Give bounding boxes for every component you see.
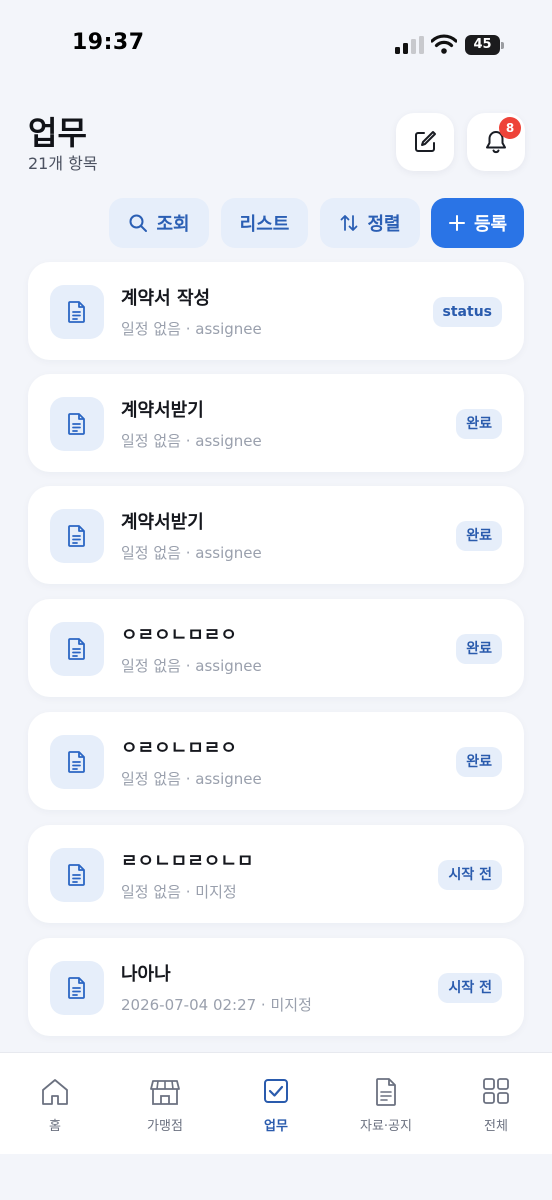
nav-documents-label: 자료·공지 — [360, 1119, 412, 1134]
task-title: 계약서받기 — [121, 512, 204, 533]
status-badge: status — [432, 297, 502, 327]
page-title: 업무 — [28, 114, 87, 152]
status-badge: 완료 — [456, 634, 502, 664]
document-icon — [50, 285, 104, 339]
task-title: ㅇㄹㅇㄴㅁㄹㅇ — [121, 738, 237, 759]
wifi-icon — [431, 34, 457, 54]
status-bar: 19:37 45 — [0, 0, 552, 90]
task-meta: 일정 없음 · assignee — [121, 657, 262, 675]
task-title: 계약서 작성 — [121, 288, 211, 309]
nav-tasks[interactable]: 업무 — [231, 1077, 321, 1134]
register-label: 등록 — [473, 214, 508, 235]
task-card[interactable]: ㄹㅇㄴㅁㄹㅇㄴㅁ 일정 없음 · 미지정 시작 전 — [28, 825, 524, 923]
nav-documents[interactable]: 자료·공지 — [341, 1077, 431, 1134]
home-icon — [42, 1079, 68, 1105]
task-title: ㄹㅇㄴㅁㄹㅇㄴㅁ — [121, 851, 254, 872]
task-meta: 일정 없음 · assignee — [121, 432, 262, 450]
battery-icon: 45 — [465, 35, 505, 55]
status-badge: 완료 — [456, 521, 502, 551]
document-icon — [50, 961, 104, 1015]
search-button[interactable]: 조회 — [109, 198, 209, 248]
nav-tasks-label: 업무 — [264, 1119, 288, 1134]
task-meta: 일정 없음 · 미지정 — [121, 883, 237, 901]
list-label: 리스트 — [239, 214, 290, 235]
store-icon — [150, 1080, 180, 1105]
home-indicator-area — [0, 1154, 552, 1200]
register-button[interactable]: 등록 — [431, 198, 524, 248]
grid-icon — [483, 1078, 509, 1104]
task-meta: 일정 없음 · assignee — [121, 320, 262, 338]
edit-icon — [415, 131, 436, 152]
task-card[interactable]: 계약서 작성 일정 없음 · assignee status — [28, 262, 524, 360]
document-icon — [376, 1078, 396, 1106]
search-icon — [129, 214, 148, 232]
document-icon — [50, 397, 104, 451]
bottom-nav: 홈 가맹점 업무 자료·공지 전체 — [0, 1052, 552, 1154]
item-count: 21개 항목 — [28, 154, 98, 173]
sort-button[interactable]: 정렬 — [320, 198, 420, 248]
task-meta: 일정 없음 · assignee — [121, 770, 262, 788]
nav-store[interactable]: 가맹점 — [120, 1077, 210, 1134]
status-badge: 시작 전 — [438, 973, 502, 1003]
sort-icon — [341, 215, 358, 231]
task-card[interactable]: ㅇㄹㅇㄴㅁㄹㅇ 일정 없음 · assignee 완료 — [28, 712, 524, 810]
task-title: ㅇㄹㅇㄴㅁㄹㅇ — [121, 625, 237, 646]
nav-store-label: 가맹점 — [147, 1119, 183, 1134]
status-badge: 완료 — [456, 747, 502, 777]
nav-all-label: 전체 — [484, 1119, 508, 1134]
notifications-button[interactable]: 8 — [467, 113, 525, 171]
search-label: 조회 — [156, 214, 190, 235]
task-card[interactable]: 나아나 2026-07-04 02:27 · 미지정 시작 전 — [28, 938, 524, 1036]
task-meta: 2026-07-04 02:27 · 미지정 — [121, 996, 312, 1014]
status-time: 19:37 — [72, 30, 145, 55]
screen: 19:37 45 업무 21개 항목 8 조회 리스트 정렬 등록 계약서 작성… — [0, 0, 552, 1200]
task-meta: 일정 없음 · assignee — [121, 544, 262, 562]
task-title: 나아나 — [121, 964, 171, 985]
document-icon — [50, 509, 104, 563]
list-view-button[interactable]: 리스트 — [221, 198, 308, 248]
sort-label: 정렬 — [367, 214, 401, 235]
status-badge: 시작 전 — [438, 860, 502, 890]
task-title: 계약서받기 — [121, 400, 204, 421]
document-icon — [50, 622, 104, 676]
battery-level: 45 — [465, 35, 500, 55]
task-card[interactable]: 계약서받기 일정 없음 · assignee 완료 — [28, 486, 524, 584]
nav-all[interactable]: 전체 — [451, 1077, 541, 1134]
document-icon — [50, 848, 104, 902]
checkbox-icon — [264, 1079, 288, 1103]
task-card[interactable]: ㅇㄹㅇㄴㅁㄹㅇ 일정 없음 · assignee 완료 — [28, 599, 524, 697]
task-card[interactable]: 계약서받기 일정 없음 · assignee 완료 — [28, 374, 524, 472]
document-icon — [50, 735, 104, 789]
compose-button[interactable] — [396, 113, 454, 171]
plus-icon — [448, 215, 465, 231]
status-badge: 완료 — [456, 409, 502, 439]
cellular-signal-icon — [395, 36, 424, 54]
nav-home[interactable]: 홈 — [10, 1077, 100, 1134]
nav-home-label: 홈 — [49, 1119, 61, 1134]
notification-badge: 8 — [499, 117, 521, 139]
